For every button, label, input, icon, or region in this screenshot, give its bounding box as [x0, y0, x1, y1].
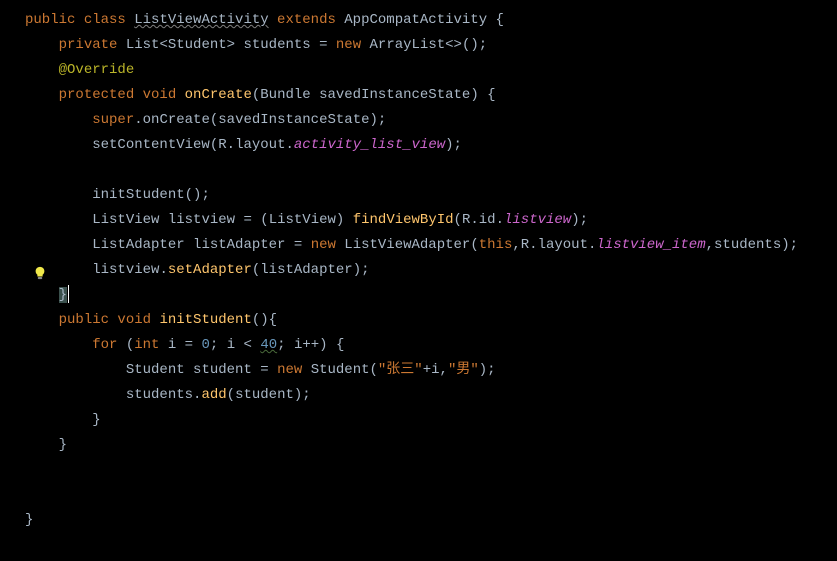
code-line[interactable]: } [25, 408, 837, 433]
keyword: protected [59, 87, 143, 103]
keyword-for: for [92, 337, 126, 353]
string-literal: "张三" [378, 362, 423, 378]
variable: listview [168, 212, 235, 228]
keyword: private [59, 37, 126, 53]
method-name: initStudent [159, 312, 251, 328]
code-line[interactable]: for (int i = 0; i < 40; i++) { [25, 333, 837, 358]
argument: savedInstanceState [218, 112, 369, 128]
brace: } [59, 437, 67, 453]
keyword-new: new [336, 37, 370, 53]
number-literal: 40 [260, 337, 277, 353]
argument: listAdapter [260, 262, 352, 278]
keyword: void [117, 312, 159, 328]
method-call: initStudent [92, 187, 184, 203]
type: List [126, 37, 160, 53]
variable: student [193, 362, 252, 378]
type: ListView [92, 212, 168, 228]
code-line[interactable]: initStudent(); [25, 183, 837, 208]
keyword-this: this [479, 237, 513, 253]
keyword: class [84, 12, 134, 28]
code-line[interactable] [25, 158, 837, 183]
keyword-int: int [134, 337, 168, 353]
constructor: ListViewAdapter [344, 237, 470, 253]
variable: listview [92, 262, 159, 278]
keyword-new: new [277, 362, 311, 378]
cast-type: ListView [269, 212, 336, 228]
resource-id: listview_item [596, 237, 705, 253]
brace: } [25, 512, 33, 528]
code-line[interactable]: } [25, 283, 837, 308]
resource-id: listview [504, 212, 571, 228]
code-line[interactable]: public void initStudent(){ [25, 308, 837, 333]
keyword: public [25, 12, 84, 28]
code-line[interactable]: private List<Student> students = new Arr… [25, 33, 837, 58]
code-line[interactable]: public class ListViewActivity extends Ap… [25, 8, 837, 33]
keyword: public [59, 312, 118, 328]
method-name: onCreate [185, 87, 252, 103]
code-line[interactable]: ListAdapter listAdapter = new ListViewAd… [25, 233, 837, 258]
generic-type: Student [168, 37, 227, 53]
method-call: onCreate [143, 112, 210, 128]
variable: students [243, 37, 310, 53]
constructor: ArrayList [370, 37, 446, 53]
code-line[interactable]: ListView listview = (ListView) findViewB… [25, 208, 837, 233]
brace: } [59, 287, 67, 303]
method-call: findViewById [353, 212, 454, 228]
code-line[interactable]: } [25, 433, 837, 458]
variable: students [126, 387, 193, 403]
variable: listAdapter [193, 237, 285, 253]
code-line[interactable]: listview.setAdapter(listAdapter); [25, 258, 837, 283]
text-cursor [68, 285, 69, 303]
code-line[interactable]: setContentView(R.layout.activity_list_vi… [25, 133, 837, 158]
keyword-new: new [311, 237, 345, 253]
method-call: setContentView [92, 137, 210, 153]
code-editor[interactable]: public class ListViewActivity extends Ap… [0, 8, 837, 533]
method-call: add [201, 387, 226, 403]
code-line[interactable]: } [25, 508, 837, 533]
code-line[interactable]: students.add(student); [25, 383, 837, 408]
keyword: void [143, 87, 185, 103]
type: ListAdapter [92, 237, 193, 253]
brace: } [92, 412, 100, 428]
keyword-super: super [92, 112, 134, 128]
resource-id: activity_list_view [294, 137, 445, 153]
constructor: Student [311, 362, 370, 378]
class-name: ListViewActivity [134, 12, 268, 28]
number: 0 [201, 337, 209, 353]
type: Student [126, 362, 193, 378]
code-line[interactable]: @Override [25, 58, 837, 83]
string-literal: "男" [448, 362, 479, 378]
code-line[interactable]: protected void onCreate(Bundle savedInst… [25, 83, 837, 108]
param-name: savedInstanceState [319, 87, 470, 103]
param-type: Bundle [260, 87, 319, 103]
parent-class: AppCompatActivity [344, 12, 487, 28]
argument: students [714, 237, 781, 253]
code-line[interactable]: Student student = new Student("张三"+i,"男"… [25, 358, 837, 383]
intention-bulb-icon[interactable] [33, 265, 47, 279]
annotation: @Override [59, 62, 135, 78]
brace: { [487, 12, 504, 28]
code-line[interactable]: super.onCreate(savedInstanceState); [25, 108, 837, 133]
method-call: setAdapter [168, 262, 252, 278]
code-line[interactable] [25, 483, 837, 508]
keyword: extends [269, 12, 345, 28]
argument: student [235, 387, 294, 403]
code-line[interactable] [25, 458, 837, 483]
